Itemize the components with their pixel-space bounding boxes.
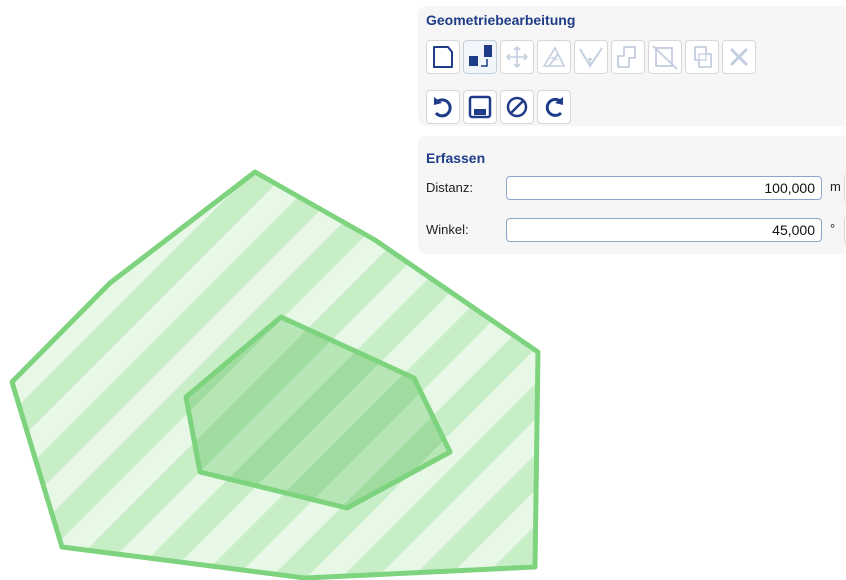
save-icon	[468, 95, 492, 119]
polygon-cut-icon	[652, 45, 678, 70]
delete-button[interactable]	[722, 40, 756, 74]
undo-icon	[434, 97, 452, 118]
distance-input[interactable]	[506, 176, 822, 200]
cancel-button[interactable]	[500, 90, 534, 124]
draw-polygon-button[interactable]	[426, 40, 460, 74]
polygon-add-button[interactable]	[611, 40, 645, 74]
distance-row: Distanz: m	[426, 174, 846, 202]
polygon-add-icon	[617, 46, 636, 68]
redo-icon	[545, 97, 563, 117]
polygon-subtract-button[interactable]	[685, 40, 719, 74]
move-button[interactable]	[500, 40, 534, 74]
rotate-button[interactable]	[537, 40, 571, 74]
angle-construct-button[interactable]	[574, 40, 608, 74]
distance-label: Distanz:	[426, 180, 473, 195]
distance-unit: m	[830, 179, 841, 194]
snap-vertex-icon	[469, 45, 492, 67]
angle-row: Winkel: °	[426, 216, 846, 244]
rotate-icon	[542, 46, 566, 67]
geometry-panel-title: Geometriebearbeitung	[426, 12, 576, 28]
move-icon	[506, 46, 528, 68]
geometry-toolbar-row2	[426, 90, 571, 124]
angle-input[interactable]	[506, 218, 822, 242]
geometry-edit-panel: Geometriebearbeitung	[418, 6, 846, 126]
snap-vertex-button[interactable]	[463, 40, 497, 74]
capture-panel: Erfassen Distanz: m Winkel: °	[418, 136, 846, 254]
polygon-cut-button[interactable]	[648, 40, 682, 74]
delete-icon	[730, 48, 748, 66]
angle-unit: °	[830, 221, 836, 236]
save-button[interactable]	[463, 90, 497, 124]
polygon-subtract-icon	[694, 46, 712, 68]
cancel-icon	[506, 96, 528, 118]
draw-polygon-icon	[433, 46, 453, 68]
angle-label: Winkel:	[426, 222, 469, 237]
undo-button[interactable]	[426, 90, 460, 124]
angle-construct-icon	[579, 47, 603, 68]
capture-panel-title: Erfassen	[426, 150, 486, 166]
redo-button[interactable]	[537, 90, 571, 124]
geometry-toolbar-row1	[426, 40, 756, 74]
